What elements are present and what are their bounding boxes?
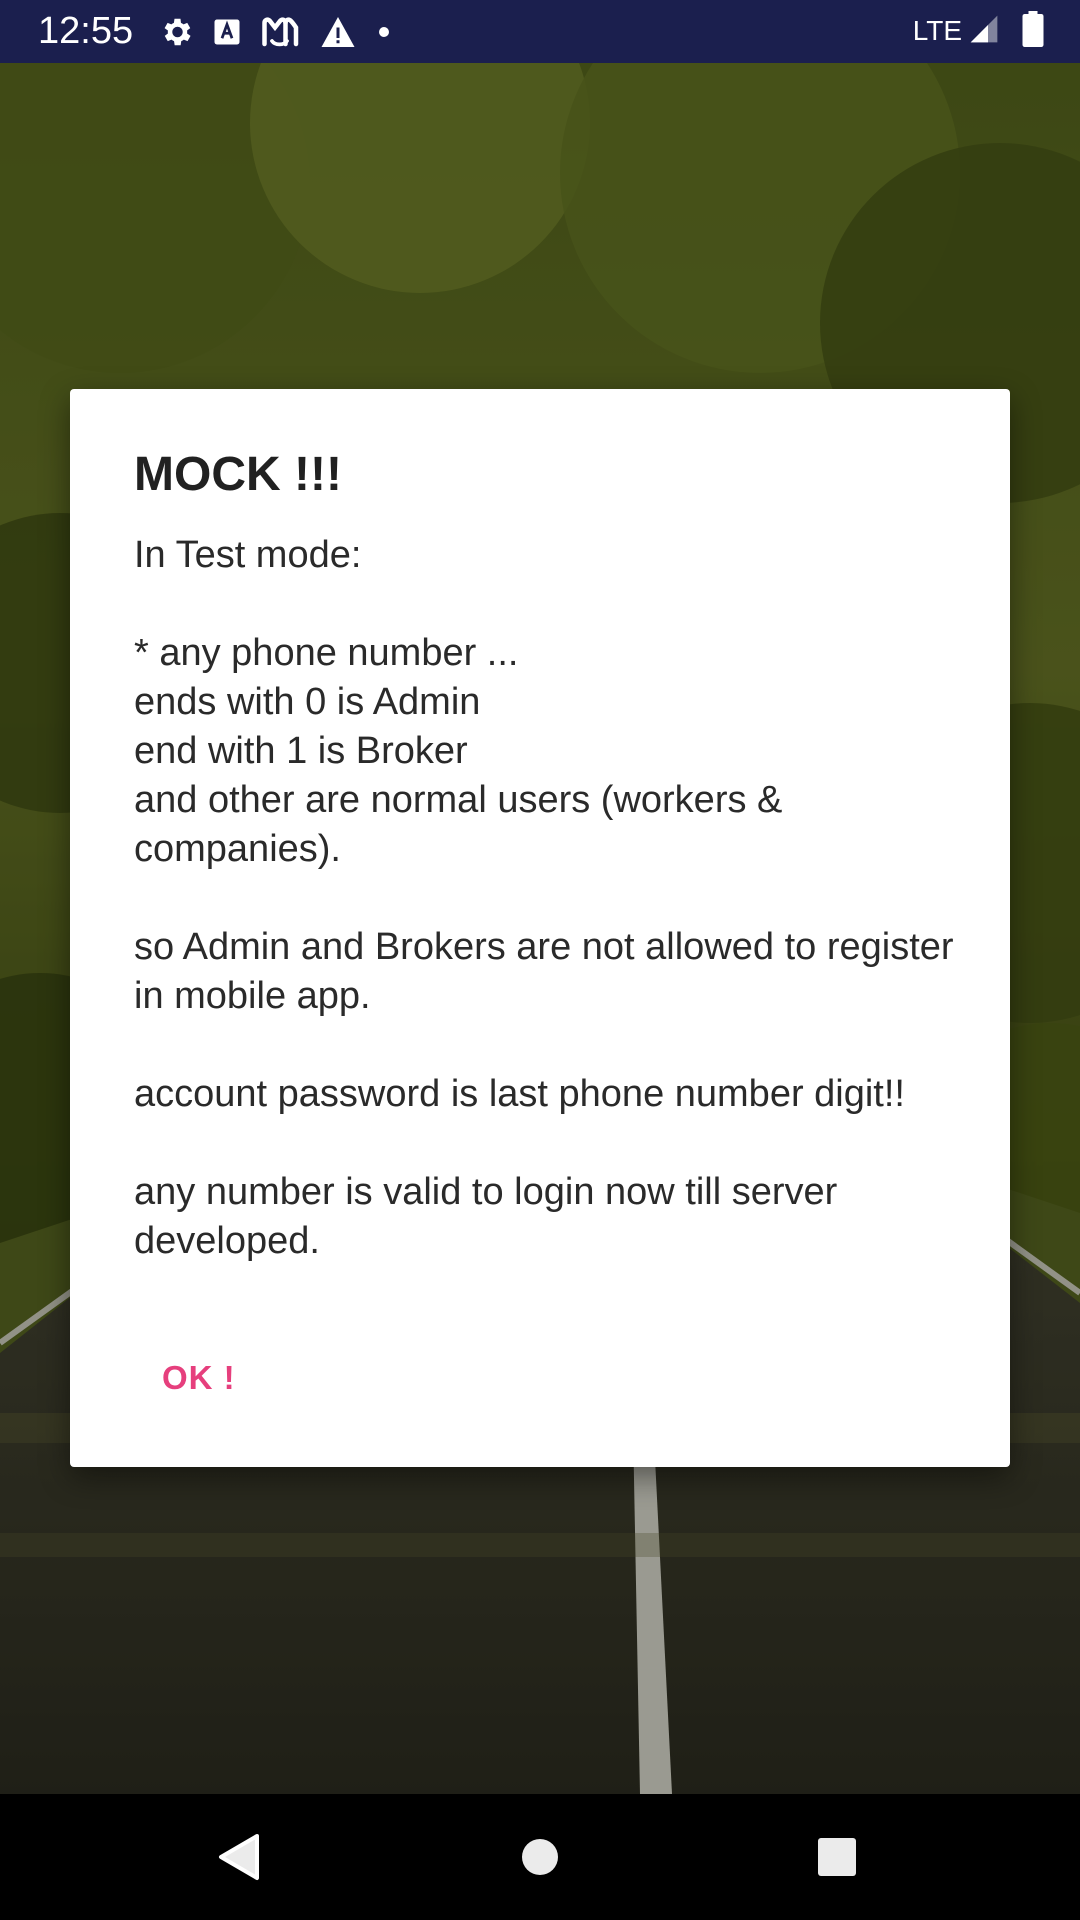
screen: 12:55 LTE MOCK !!! In Test mode: * any p… xyxy=(0,0,1080,1920)
back-button[interactable] xyxy=(206,1824,272,1890)
ok-button[interactable]: OK ! xyxy=(154,1349,244,1407)
recents-icon xyxy=(818,1838,856,1876)
battery-icon xyxy=(1022,10,1044,52)
home-icon xyxy=(522,1839,558,1875)
navigation-bar xyxy=(0,1794,1080,1920)
signal-icon xyxy=(968,13,1000,50)
dialog-message: In Test mode: * any phone number ... end… xyxy=(134,534,954,1262)
home-button[interactable] xyxy=(507,1824,573,1890)
text-a-icon xyxy=(212,17,242,47)
settings-icon xyxy=(158,14,194,50)
status-right: LTE xyxy=(913,8,1044,54)
alert-dialog: MOCK !!! In Test mode: * any phone numbe… xyxy=(70,389,1010,1467)
status-bar: 12:55 LTE xyxy=(0,0,1080,63)
warning-icon xyxy=(320,15,356,49)
network-label: LTE xyxy=(912,15,962,46)
m-app-icon xyxy=(260,14,302,50)
notification-icons xyxy=(158,12,394,52)
dialog-title: MOCK !!! xyxy=(134,448,342,501)
recents-button[interactable] xyxy=(804,1824,870,1890)
dot-icon xyxy=(374,22,394,42)
back-icon xyxy=(219,1834,259,1880)
status-time: 12:55 xyxy=(38,10,134,52)
